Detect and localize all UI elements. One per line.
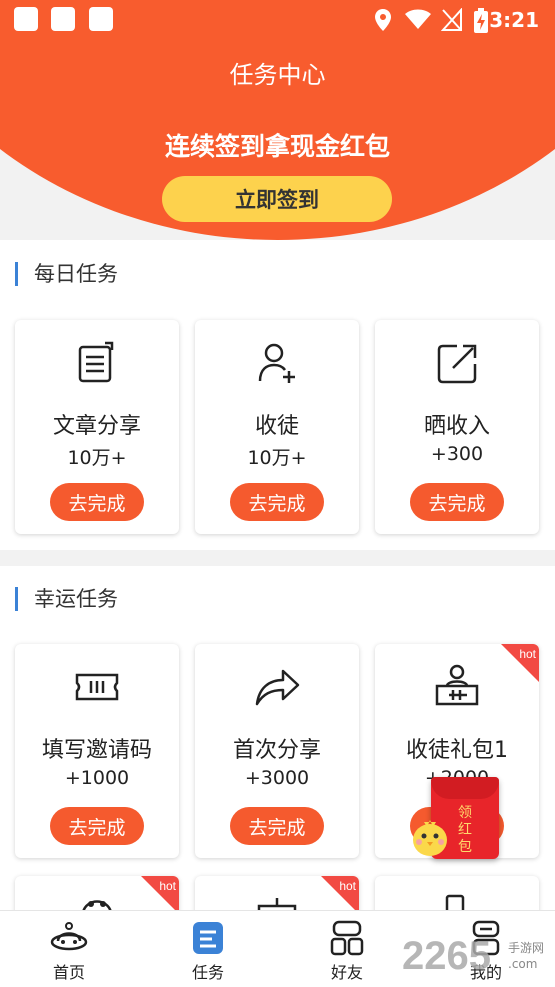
- task-name: 收徒: [254, 414, 299, 439]
- notification-icon: [89, 7, 113, 31]
- watermark-text: 手游网 .com: [508, 941, 545, 971]
- location-icon: [375, 9, 391, 31]
- wifi-icon: [405, 9, 431, 29]
- task-card-article-share[interactable]: 文章分享 10万+ 去完成: [15, 320, 179, 534]
- share-arrow-icon: [255, 669, 300, 706]
- task-card-show-income[interactable]: 晒收入 +300 去完成: [375, 320, 539, 534]
- go-complete-button[interactable]: 去完成: [50, 483, 144, 521]
- go-complete-button[interactable]: 去完成: [230, 483, 324, 521]
- task-name: 晒收入: [423, 414, 490, 439]
- share-out-icon: [437, 344, 477, 384]
- tab-friends[interactable]: 好友: [292, 911, 402, 987]
- battery-charging-icon: [474, 8, 488, 33]
- task-reward: +1000: [64, 767, 130, 789]
- task-name: 填写邀请码: [41, 738, 152, 763]
- red-packet-flap: [431, 777, 499, 799]
- tab-tasks[interactable]: 任务: [153, 911, 263, 987]
- add-user-icon: [258, 343, 295, 383]
- notification-icon: [14, 7, 38, 31]
- go-complete-button[interactable]: 去完成: [410, 483, 504, 521]
- planet-home-icon: [50, 922, 88, 951]
- go-complete-button[interactable]: 去完成: [50, 807, 144, 845]
- friends-icon: [330, 920, 364, 956]
- header: 3:21 任务中心 连续签到拿现金红包 立即签到: [0, 0, 555, 240]
- gift-pack-icon: [435, 664, 479, 706]
- tab-home[interactable]: 首页: [14, 911, 124, 987]
- hot-badge-label: hot: [159, 879, 176, 893]
- article-share-icon: [78, 341, 114, 383]
- task-name: 文章分享: [52, 414, 141, 439]
- section-title-daily: 每日任务: [15, 262, 118, 286]
- no-signal-icon: [441, 8, 462, 31]
- task-card-first-share[interactable]: 首次分享 +3000 去完成: [195, 644, 359, 858]
- go-complete-button[interactable]: 去完成: [230, 807, 324, 845]
- tab-label: 首页: [52, 963, 85, 982]
- task-reward: +3000: [244, 767, 310, 789]
- signin-promo-text: 连续签到拿现金红包: [164, 132, 390, 161]
- hot-badge-label: hot: [519, 647, 536, 661]
- watermark-logo: 2265: [402, 934, 491, 978]
- red-packet-label: 领红包: [458, 805, 472, 855]
- section-title-lucky: 幸运任务: [15, 587, 118, 611]
- status-time: 3:21: [489, 8, 539, 32]
- task-name: 收徒礼包1: [406, 738, 508, 763]
- task-name: 首次分享: [232, 738, 321, 763]
- notification-icon: [51, 7, 75, 31]
- task-list-icon: [193, 922, 223, 954]
- chick-mascot-icon: [413, 820, 447, 856]
- daily-tasks-section: 每日任务 文章分享 10万+ 去完成 收徒 10万+ 去完成 晒收入 +300 …: [0, 240, 555, 550]
- task-card-recruit[interactable]: 收徒 10万+ 去完成: [195, 320, 359, 534]
- task-reward: 10万+: [67, 447, 127, 469]
- hot-badge-label: hot: [339, 879, 356, 893]
- tab-label: 好友: [330, 963, 363, 982]
- tab-label: 任务: [191, 963, 224, 982]
- page-title: 任务中心: [229, 61, 326, 89]
- task-reward: 10万+: [247, 447, 307, 469]
- task-card-invite-code[interactable]: 填写邀请码 +1000 去完成: [15, 644, 179, 858]
- sign-in-button[interactable]: 立即签到: [162, 176, 392, 222]
- status-bar: 3:21: [0, 0, 555, 42]
- ticket-icon: [75, 673, 119, 701]
- task-reward: +300: [430, 443, 484, 465]
